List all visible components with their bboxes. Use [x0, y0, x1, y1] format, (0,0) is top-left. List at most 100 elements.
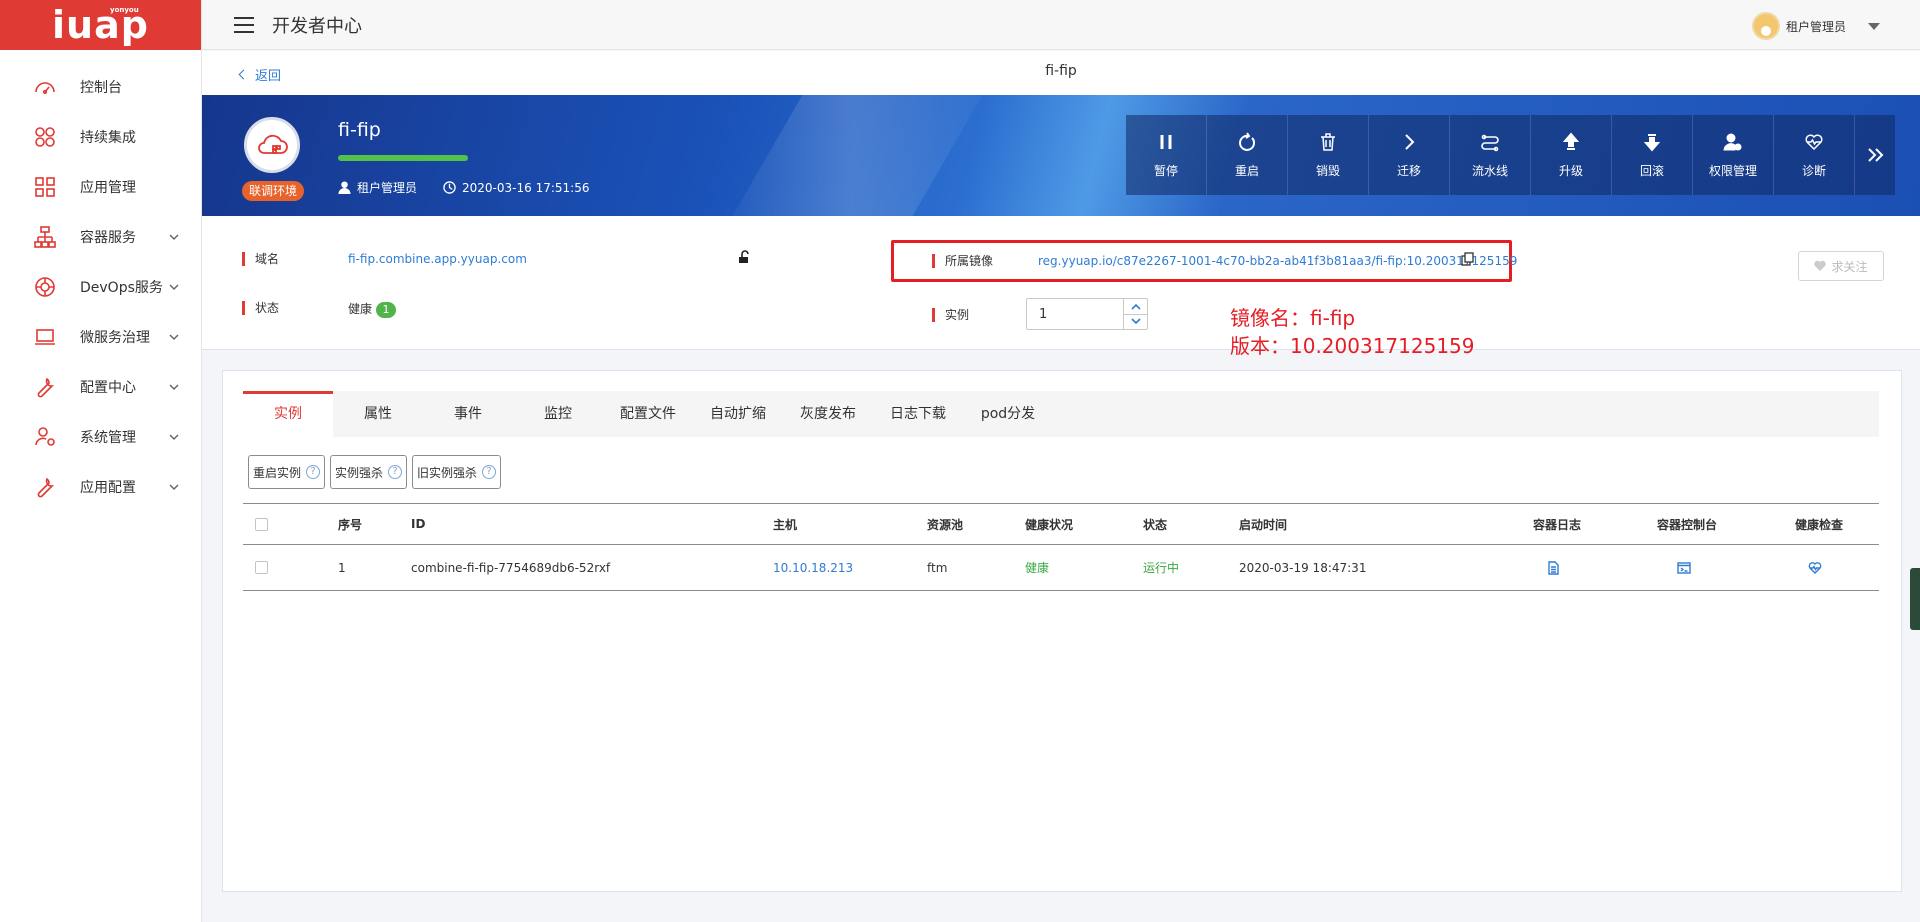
- domain-label: 域名: [242, 252, 279, 266]
- app-name: fi-fip: [338, 119, 381, 141]
- start-time: 2020-03-19 18:47:31: [1239, 560, 1367, 575]
- row-index: 1: [338, 560, 346, 575]
- host-link[interactable]: 10.10.18.213: [773, 545, 853, 590]
- sidebar-item-app-management[interactable]: 应用管理: [0, 162, 201, 212]
- heartbeat-icon: [1808, 561, 1822, 574]
- sidebar-item-config-center[interactable]: 配置中心: [0, 362, 201, 412]
- help-icon[interactable]: ?: [482, 465, 497, 479]
- pipeline-button[interactable]: 流水线: [1450, 115, 1531, 195]
- sidebar-item-label: 系统管理: [80, 430, 136, 446]
- user-name: 租户管理员: [1785, 19, 1846, 34]
- restart-button[interactable]: 重启: [1207, 115, 1288, 195]
- dashboard-icon: [32, 74, 58, 100]
- double-chevron-right-icon: [1868, 148, 1884, 162]
- pause-button[interactable]: 暂停: [1126, 115, 1207, 195]
- force-kill-instance-button[interactable]: 实例强杀?: [330, 455, 408, 489]
- action-label: 诊断: [1801, 163, 1826, 178]
- logo[interactable]: iuap yonyou: [0, 0, 201, 50]
- select-all-checkbox[interactable]: [255, 517, 268, 531]
- domain-value[interactable]: fi-fip.combine.app.yyuap.com: [348, 252, 527, 266]
- action-label: 销毁: [1315, 163, 1340, 178]
- image-value[interactable]: reg.yyuap.io/c87e2267-1001-4c70-bb2a-ab4…: [1038, 254, 1517, 268]
- app-meta: 租户管理员 2020-03-16 17:51:56: [338, 179, 615, 196]
- column-header: 容器控制台: [1657, 517, 1718, 532]
- upgrade-button[interactable]: 升级: [1531, 115, 1612, 195]
- wrench-icon: [32, 474, 58, 500]
- sidebar-item-devops[interactable]: DevOps服务: [0, 262, 201, 312]
- menu-toggle-icon[interactable]: [234, 16, 254, 33]
- instance-stepper[interactable]: [1026, 298, 1148, 330]
- help-icon[interactable]: ?: [306, 465, 321, 479]
- owner-name: 租户管理员: [357, 181, 418, 195]
- side-scroll-handle[interactable]: [1910, 568, 1920, 630]
- column-header: 状态: [1143, 517, 1168, 532]
- restart-instance-button[interactable]: 重启实例?: [248, 455, 326, 489]
- action-label: 权限管理: [1708, 163, 1757, 178]
- resource-pool: ftm: [927, 560, 948, 575]
- instance-count-input[interactable]: [1027, 299, 1123, 329]
- help-icon[interactable]: ?: [388, 465, 403, 479]
- follow-button[interactable]: 求关注: [1798, 251, 1884, 281]
- column-header: 资源池: [927, 517, 964, 532]
- status-badge: 1: [376, 302, 397, 318]
- wrench-icon: [32, 374, 58, 400]
- container-log-button[interactable]: [1546, 545, 1560, 590]
- user-menu[interactable]: 租户管理员: [1751, 12, 1880, 40]
- tab-events[interactable]: 事件: [423, 391, 513, 437]
- annotation-image-name: 镜像名：fi-fip: [1230, 306, 1356, 330]
- pipeline-icon: [1481, 134, 1499, 151]
- container-console-button[interactable]: [1677, 545, 1691, 590]
- heart-icon: [1814, 260, 1827, 271]
- column-header: ID: [411, 517, 426, 531]
- sidebar-item-label: 应用管理: [80, 180, 136, 196]
- action-toolbar: 暂停 重启 销毁 迁移 流水线 升级 回滚 权限管理 诊断: [1126, 115, 1895, 195]
- app-banner: 联调环境 fi-fip 租户管理员 2020-03-16 17:51:56 暂停…: [202, 95, 1920, 216]
- status-value: 健康 1: [348, 300, 397, 318]
- tab-instances[interactable]: 实例: [243, 391, 333, 437]
- sidebar-item-app-config[interactable]: 应用配置: [0, 462, 201, 512]
- tab-autoscale[interactable]: 自动扩缩: [693, 391, 783, 437]
- diagnose-button[interactable]: 诊断: [1774, 115, 1855, 195]
- sidebar-item-microservice[interactable]: 微服务治理: [0, 312, 201, 362]
- sidebar-item-system[interactable]: 系统管理: [0, 412, 201, 462]
- tab-log-download[interactable]: 日志下载: [873, 391, 963, 437]
- sidebar-item-label: 微服务治理: [80, 330, 150, 346]
- caret-down-icon: [1868, 22, 1880, 30]
- tab-pod-dispatch[interactable]: pod分发: [963, 391, 1053, 437]
- row-checkbox[interactable]: [255, 561, 268, 574]
- force-kill-old-instance-button[interactable]: 旧实例强杀?: [412, 455, 502, 489]
- sidebar-item-ci[interactable]: 持续集成: [0, 112, 201, 162]
- tab-monitor[interactable]: 监控: [513, 391, 603, 437]
- tab-properties[interactable]: 属性: [333, 391, 423, 437]
- tab-gray-release[interactable]: 灰度发布: [783, 391, 873, 437]
- increment-button[interactable]: [1124, 299, 1147, 314]
- column-header: 容器日志: [1533, 517, 1582, 532]
- table-row: 1 combine-fi-fip-7754689db6-52rxf 10.10.…: [243, 545, 1879, 591]
- decrement-button[interactable]: [1124, 313, 1147, 330]
- action-label: 升级: [1558, 163, 1583, 178]
- image-label: 所属镜像: [932, 254, 993, 268]
- follow-label: 求关注: [1831, 259, 1868, 274]
- copy-icon[interactable]: [1461, 252, 1475, 266]
- user-gear-icon: [32, 424, 58, 450]
- sidebar-item-container[interactable]: 容器服务: [0, 212, 201, 262]
- upgrade-icon: [1562, 131, 1580, 150]
- annotation-version: 版本：10.200317125159: [1230, 334, 1475, 358]
- sidebar-item-dashboard[interactable]: 控制台: [0, 62, 201, 112]
- migrate-button[interactable]: 迁移: [1369, 115, 1450, 195]
- unlock-icon[interactable]: [737, 250, 751, 264]
- logo-subtext: yonyou: [110, 6, 139, 14]
- action-label: 流水线: [1471, 163, 1508, 178]
- tab-config-files[interactable]: 配置文件: [603, 391, 693, 437]
- tab-bar: 实例 属性 事件 监控 配置文件 自动扩缩 灰度发布 日志下载 pod分发: [243, 391, 1879, 437]
- more-actions-button[interactable]: [1855, 115, 1895, 195]
- status-label: 状态: [242, 301, 279, 315]
- rollback-button[interactable]: 回滚: [1612, 115, 1693, 195]
- permission-button[interactable]: 权限管理: [1693, 115, 1774, 195]
- page-title: fi-fip: [1045, 63, 1077, 79]
- permission-icon: [1723, 133, 1742, 150]
- health-check-button[interactable]: [1808, 545, 1822, 590]
- destroy-button[interactable]: 销毁: [1288, 115, 1369, 195]
- env-badge: 联调环境: [242, 181, 304, 201]
- chevron-down-icon: [167, 380, 181, 394]
